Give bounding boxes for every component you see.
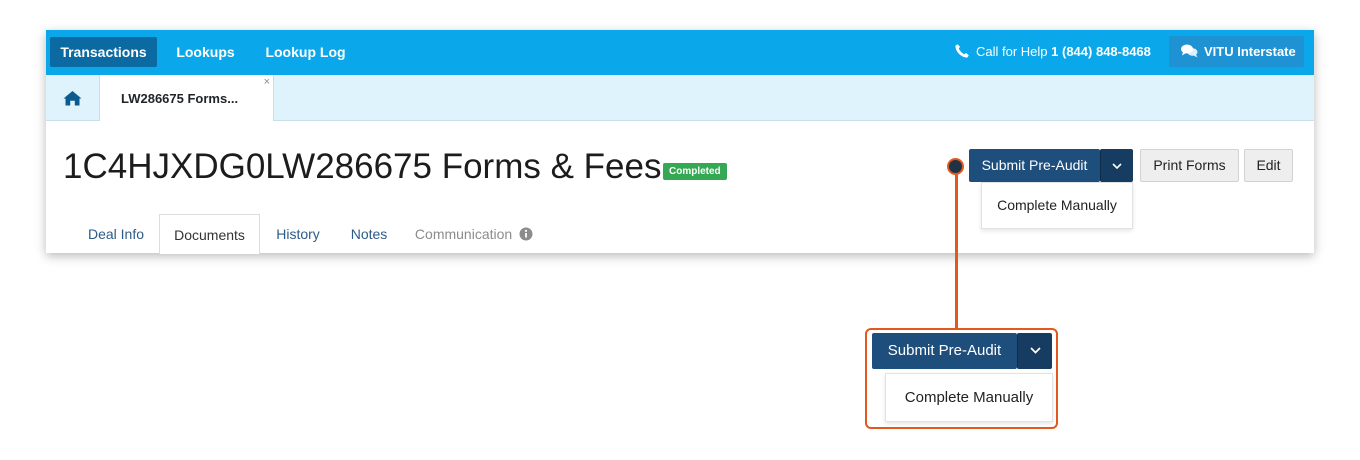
tab-deal-info[interactable]: Deal Info — [76, 214, 156, 253]
callout-connector — [955, 167, 958, 330]
tab-forms-fees[interactable]: LW286675 Forms... × — [99, 75, 274, 121]
home-tab[interactable] — [46, 75, 98, 120]
info-icon — [519, 227, 533, 241]
nav-transactions[interactable]: Transactions — [50, 37, 157, 67]
tab-notes[interactable]: Notes — [341, 214, 397, 253]
tab-communication[interactable]: Communication — [408, 214, 540, 253]
zoom-dropdown-toggle[interactable] — [1017, 333, 1052, 369]
close-icon[interactable]: × — [264, 76, 270, 88]
phone-icon — [955, 44, 969, 58]
submit-dropdown-toggle[interactable] — [1100, 149, 1133, 182]
chevron-down-icon — [1029, 347, 1041, 354]
tab-label: LW286675 Forms... — [121, 91, 239, 106]
tab-history[interactable]: History — [266, 214, 330, 253]
submit-pre-audit-button[interactable]: Submit Pre-Audit — [969, 149, 1100, 182]
callout-marker — [947, 158, 964, 175]
chevron-down-icon — [1112, 163, 1122, 170]
callout-zoom: Submit Pre-Audit Complete Manually — [865, 328, 1058, 429]
nav-lookup-log[interactable]: Lookup Log — [258, 37, 353, 67]
zoom-dropdown-menu: Complete Manually — [885, 373, 1053, 422]
chat-icon — [1181, 44, 1198, 58]
edit-button[interactable]: Edit — [1244, 149, 1293, 182]
help-contact[interactable]: Call for Help 1 (844) 848-8468 — [954, 37, 1151, 67]
nav-lookups[interactable]: Lookups — [168, 37, 243, 67]
page-title: 1C4HJXDG0LW286675 Forms & Fees — [63, 147, 662, 186]
top-navigation: Transactions Lookups Lookup Log Call for… — [46, 30, 1314, 75]
app-window: Transactions Lookups Lookup Log Call for… — [46, 30, 1314, 254]
zoom-complete-manually-item[interactable]: Complete Manually — [886, 374, 1052, 421]
print-forms-button[interactable]: Print Forms — [1140, 149, 1239, 182]
help-label: Call for Help — [976, 44, 1048, 59]
account-label: VITU Interstate — [1204, 44, 1296, 59]
tab-strip: LW286675 Forms... × — [46, 75, 1314, 121]
complete-manually-item[interactable]: Complete Manually — [982, 183, 1132, 228]
tab-documents[interactable]: Documents — [159, 214, 260, 254]
home-icon — [63, 90, 81, 105]
zoom-submit-pre-audit-button[interactable]: Submit Pre-Audit — [872, 333, 1017, 369]
tab-communication-label: Communication — [414, 226, 513, 242]
status-badge: Completed — [663, 163, 727, 180]
account-button[interactable]: VITU Interstate — [1169, 36, 1304, 67]
submit-dropdown-menu: Complete Manually — [981, 182, 1133, 229]
help-phone: 1 (844) 848-8468 — [1051, 44, 1151, 59]
